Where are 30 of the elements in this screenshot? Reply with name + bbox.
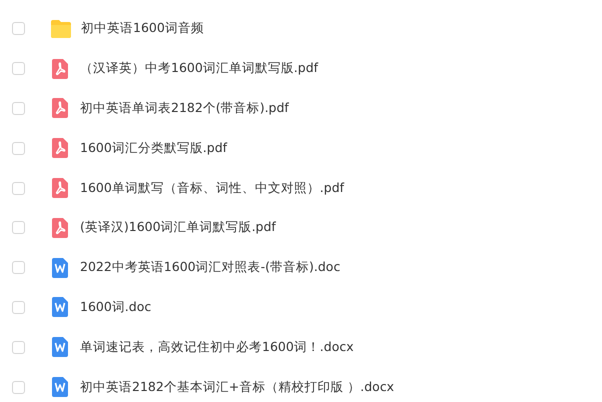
checkbox[interactable] (12, 62, 25, 76)
file-name[interactable]: 初中英语2182个基本词汇+音标（精校打印版 ）.docx (80, 378, 394, 396)
pdf-file-icon (52, 138, 68, 158)
file-name[interactable]: 1600词汇分类默写版.pdf (80, 140, 228, 157)
checkbox[interactable] (12, 142, 25, 155)
file-name[interactable]: 初中英语单词表2182个(带音标).pdf (80, 100, 289, 117)
file-name[interactable]: （汉译英）中考1600词汇单词默写版.pdf (80, 60, 318, 78)
file-name[interactable]: 1600单词默写（音标、词性、中文对照）.pdf (80, 180, 344, 197)
file-name[interactable]: 2022中考英语1600词汇对照表-(带音标).doc (80, 259, 340, 276)
word-document-icon (52, 337, 68, 358)
folder-icon (50, 18, 72, 39)
pdf-file-icon (52, 58, 68, 79)
pdf-file-icon (52, 218, 68, 238)
checkbox[interactable] (12, 221, 25, 234)
checkbox[interactable] (12, 182, 25, 195)
checkbox[interactable] (12, 300, 25, 314)
pdf-file-icon (52, 178, 68, 198)
checkbox[interactable] (12, 261, 25, 274)
checkbox[interactable] (12, 22, 25, 36)
checkbox[interactable] (12, 380, 25, 394)
word-document-icon (52, 377, 68, 398)
pdf-file-icon (52, 98, 68, 118)
checkbox[interactable] (12, 102, 25, 115)
checkbox[interactable] (12, 340, 25, 354)
file-name[interactable]: 单词速记表，高效记住初中必考1600词！.docx (80, 338, 354, 356)
file-name[interactable]: 1600词.doc (80, 298, 152, 316)
word-document-icon (52, 258, 68, 278)
word-document-icon (52, 297, 68, 318)
file-name[interactable]: (英译汉)1600词汇单词默写版.pdf (80, 219, 276, 236)
file-name[interactable]: 初中英语1600词音频 (81, 20, 204, 38)
